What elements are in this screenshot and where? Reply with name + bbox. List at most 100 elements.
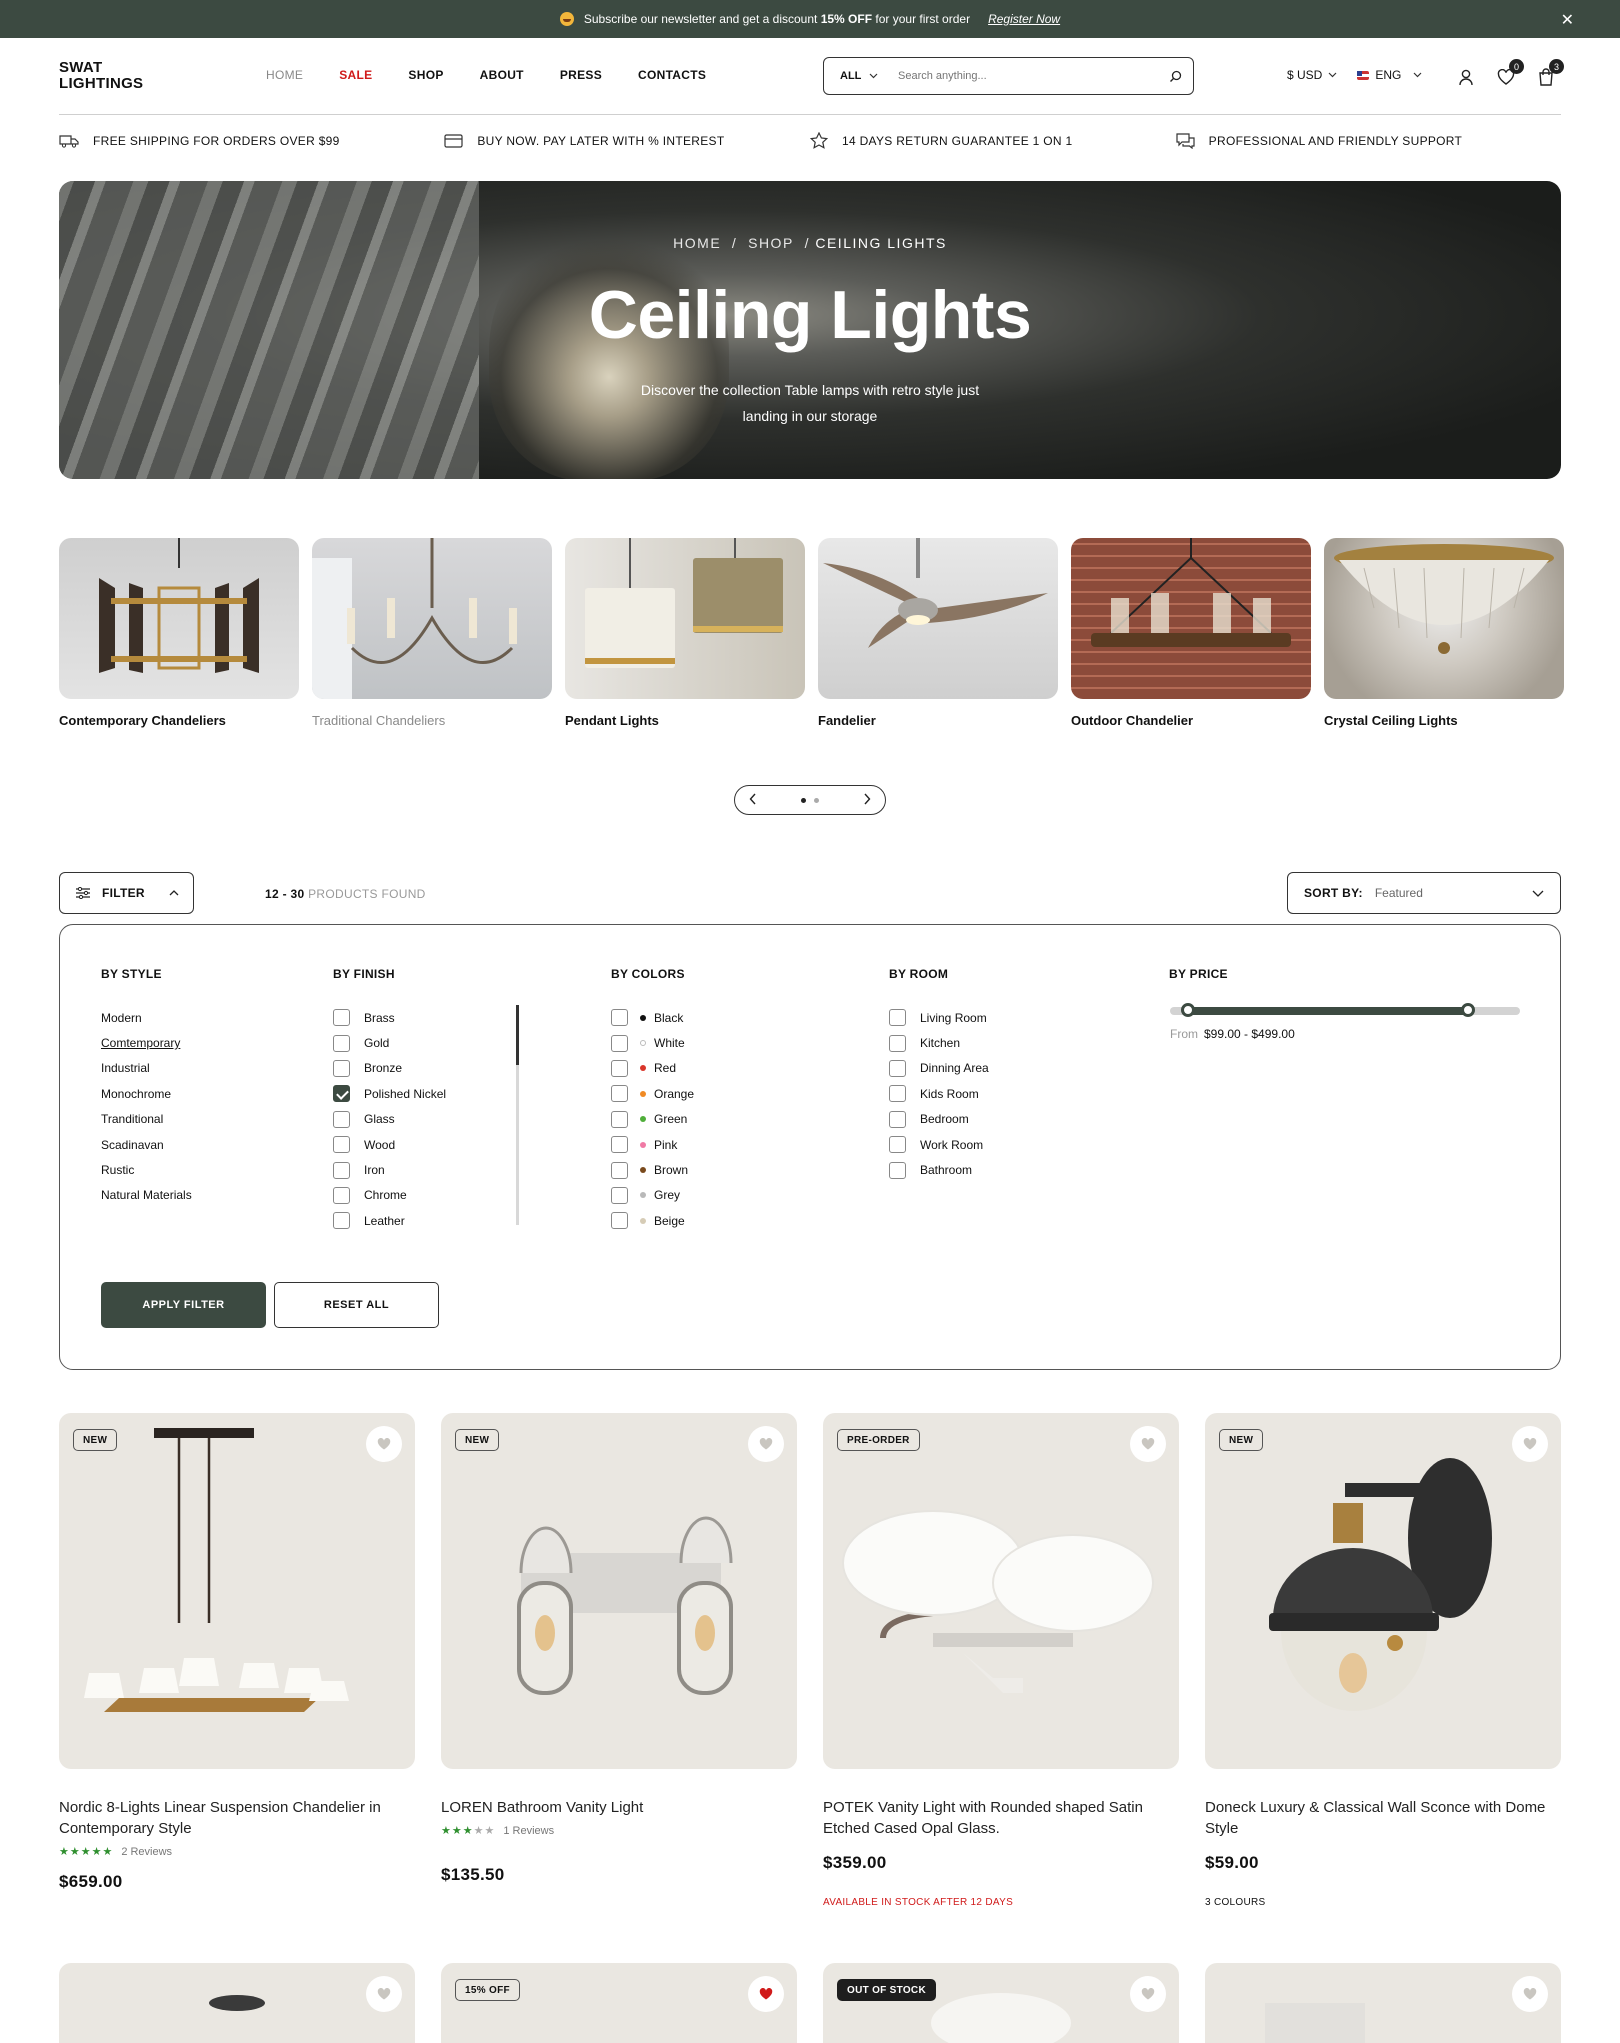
color-option[interactable]: Red (611, 1056, 694, 1081)
product-card[interactable] (59, 1963, 415, 2043)
product-card[interactable]: OUT OF STOCK (823, 1963, 1179, 2043)
checkbox[interactable] (333, 1059, 350, 1077)
breadcrumb-shop[interactable]: SHOP (748, 235, 794, 251)
close-icon[interactable]: ✕ (1561, 10, 1574, 30)
wishlist-icon[interactable]: 0 (1496, 59, 1524, 87)
currency-select[interactable]: $ USD (1287, 68, 1337, 82)
checkbox[interactable] (889, 1136, 906, 1154)
color-option[interactable]: Green (611, 1107, 694, 1132)
price-max-handle[interactable] (1460, 1003, 1475, 1017)
color-option[interactable]: Black (611, 1005, 694, 1030)
checkbox[interactable] (333, 1136, 350, 1154)
nav-home[interactable]: HOME (266, 68, 303, 82)
finish-option[interactable]: Glass (333, 1107, 446, 1132)
category-traditional-chandeliers[interactable]: Traditional Chandeliers (312, 538, 552, 728)
chevron-right-icon[interactable] (863, 792, 871, 808)
product-card[interactable]: NEW Doneck Luxury & Classical Wall Sconc… (1205, 1413, 1561, 1908)
finish-option[interactable]: Chrome (333, 1183, 446, 1208)
style-option[interactable]: Scadinavan (101, 1132, 192, 1157)
checkbox[interactable] (889, 1110, 906, 1128)
product-image[interactable] (59, 1963, 415, 2043)
style-option[interactable]: Monochrome (101, 1081, 192, 1106)
product-name[interactable]: POTEK Vanity Light with Rounded shaped S… (823, 1797, 1179, 1839)
checkbox[interactable] (611, 1212, 628, 1230)
breadcrumb-home[interactable]: HOME (673, 235, 721, 251)
pager-dot[interactable] (814, 797, 819, 803)
checkbox[interactable] (889, 1034, 906, 1052)
style-option[interactable]: Modern (101, 1005, 192, 1030)
language-select[interactable]: ENG (1357, 68, 1422, 82)
category-crystal-ceiling-lights[interactable]: Crystal Ceiling Lights (1324, 538, 1564, 728)
style-option[interactable]: Natural Materials (101, 1183, 192, 1208)
room-option[interactable]: Bathroom (889, 1157, 989, 1182)
price-track[interactable] (1170, 1003, 1520, 1017)
search-icon[interactable] (1157, 70, 1193, 83)
checkbox[interactable] (611, 1009, 628, 1027)
sort-select[interactable]: SORT BY: Featured (1287, 872, 1561, 914)
finish-option[interactable]: Polished Nickel (333, 1081, 446, 1106)
checkbox[interactable] (889, 1059, 906, 1077)
search-input[interactable] (882, 70, 1157, 82)
price-min-handle[interactable] (1180, 1003, 1195, 1017)
checkbox[interactable] (611, 1034, 628, 1052)
checkbox[interactable] (333, 1212, 350, 1230)
product-image[interactable]: NEW (59, 1413, 415, 1769)
product-name[interactable]: Doneck Luxury & Classical Wall Sconce wi… (1205, 1797, 1561, 1839)
apply-filter-button[interactable]: APPLY FILTER (101, 1282, 266, 1328)
checkbox[interactable] (611, 1161, 628, 1179)
product-card[interactable]: NEW LOREN Bathroom Vanity Light ★★★★★ 1 R… (441, 1413, 797, 1908)
color-option[interactable]: Brown (611, 1157, 694, 1182)
logo[interactable]: SWAT LIGHTINGS (59, 60, 143, 92)
category-outdoor-chandelier[interactable]: Outdoor Chandelier (1071, 538, 1311, 728)
checkbox[interactable] (333, 1186, 350, 1204)
finish-scrollbar[interactable] (516, 1005, 519, 1225)
color-option[interactable]: White (611, 1030, 694, 1055)
finish-option[interactable]: Leather (333, 1208, 446, 1233)
nav-about[interactable]: ABOUT (480, 68, 524, 82)
search-category-select[interactable]: ALL (824, 70, 882, 82)
product-card[interactable]: 15% OFF (441, 1963, 797, 2043)
product-image[interactable]: OUT OF STOCK (823, 1963, 1179, 2043)
style-option[interactable]: Industrial (101, 1056, 192, 1081)
product-image[interactable]: NEW (441, 1413, 797, 1769)
product-image[interactable]: NEW (1205, 1413, 1561, 1769)
style-option[interactable]: Rustic (101, 1157, 192, 1182)
product-image[interactable]: 15% OFF (441, 1963, 797, 2043)
checkbox[interactable] (611, 1186, 628, 1204)
finish-option[interactable]: Wood (333, 1132, 446, 1157)
product-name[interactable]: Nordic 8-Lights Linear Suspension Chande… (59, 1797, 415, 1839)
room-option[interactable]: Work Room (889, 1132, 989, 1157)
product-card[interactable] (1205, 1963, 1561, 2043)
color-option[interactable]: Pink (611, 1132, 694, 1157)
checkbox[interactable] (333, 1009, 350, 1027)
checkbox[interactable] (889, 1161, 906, 1179)
checkbox[interactable] (333, 1161, 350, 1179)
checkbox[interactable] (611, 1059, 628, 1077)
finish-option[interactable]: Bronze (333, 1056, 446, 1081)
checkbox[interactable] (611, 1110, 628, 1128)
finish-option[interactable]: Brass (333, 1005, 446, 1030)
finish-option[interactable]: Gold (333, 1030, 446, 1055)
checkbox[interactable] (889, 1009, 906, 1027)
product-image[interactable]: PRE-ORDER (823, 1413, 1179, 1769)
color-option[interactable]: Beige (611, 1208, 694, 1233)
checkbox-checked[interactable] (333, 1085, 350, 1103)
style-option[interactable]: Tranditional (101, 1107, 192, 1132)
category-contemporary-chandeliers[interactable]: Contemporary Chandeliers (59, 538, 299, 728)
style-option-selected[interactable]: Comtemporary (101, 1030, 192, 1055)
wishlist-heart-filled-icon[interactable] (748, 1976, 784, 2012)
finish-option[interactable]: Iron (333, 1157, 446, 1182)
reset-all-button[interactable]: RESET ALL (274, 1282, 439, 1328)
room-option[interactable]: Bedroom (889, 1107, 989, 1132)
checkbox[interactable] (889, 1085, 906, 1103)
checkbox[interactable] (333, 1110, 350, 1128)
color-option[interactable]: Grey (611, 1183, 694, 1208)
checkbox[interactable] (611, 1085, 628, 1103)
product-name[interactable]: LOREN Bathroom Vanity Light (441, 1797, 797, 1818)
room-option[interactable]: Dinning Area (889, 1056, 989, 1081)
nav-shop[interactable]: SHOP (408, 68, 443, 82)
color-option[interactable]: Orange (611, 1081, 694, 1106)
cart-icon[interactable]: 3 (1536, 59, 1564, 87)
room-option[interactable]: Kitchen (889, 1030, 989, 1055)
category-fandelier[interactable]: Fandelier (818, 538, 1058, 728)
